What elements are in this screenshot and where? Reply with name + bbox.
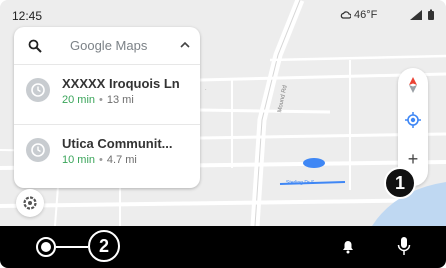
bell-icon[interactable] bbox=[341, 238, 355, 254]
battery-icon bbox=[428, 11, 434, 20]
destination-item[interactable]: XXXXX Iroquois Ln 20 min • 13 mi bbox=[14, 64, 200, 122]
launcher-icon[interactable] bbox=[36, 237, 56, 257]
current-location-label: Sterling Dr S bbox=[286, 180, 315, 186]
history-icon bbox=[26, 78, 50, 102]
wordmark-text: Google Maps bbox=[70, 38, 148, 53]
maps-suggestion-card: Google Maps XXXXX Iroquois Ln 20 min • 13 … bbox=[14, 27, 200, 188]
recenter-icon[interactable] bbox=[405, 112, 421, 128]
history-icon bbox=[26, 138, 50, 162]
search-icon[interactable] bbox=[28, 39, 42, 53]
destination-name: XXXXX Iroquois Ln bbox=[62, 76, 180, 91]
callout-2-line bbox=[56, 246, 88, 248]
google-maps-wordmark: Google Maps bbox=[70, 38, 147, 53]
signal-icon bbox=[410, 9, 434, 20]
chevron-up-icon[interactable] bbox=[180, 41, 190, 49]
street-label: · bbox=[205, 87, 207, 93]
zoom-in-icon[interactable]: + bbox=[404, 150, 422, 168]
eta-time: 20 min bbox=[62, 94, 96, 106]
settings-icon bbox=[23, 196, 37, 210]
temperature: 46°F bbox=[354, 9, 378, 21]
eta-distance: 4.7 mi bbox=[106, 154, 137, 166]
eta-separator: • bbox=[99, 94, 103, 106]
mic-icon[interactable] bbox=[397, 236, 411, 256]
eta-distance: 13 mi bbox=[106, 94, 134, 106]
destination-name: Utica Communit... bbox=[62, 136, 173, 151]
android-auto-screen: · Mound Rd Sterling Dr S 12:45 46°F Goog… bbox=[0, 0, 446, 268]
status-bar: 12:45 46°F bbox=[0, 0, 446, 28]
destination-eta: 10 min • 4.7 mi bbox=[62, 154, 137, 166]
search-bar[interactable]: Google Maps bbox=[14, 27, 200, 64]
destination-eta: 20 min • 13 mi bbox=[62, 94, 134, 106]
clock: 12:45 bbox=[12, 9, 43, 23]
eta-separator: • bbox=[99, 154, 103, 166]
compass-icon[interactable] bbox=[406, 76, 420, 94]
cloud-icon bbox=[340, 11, 351, 19]
destination-item[interactable]: Utica Communit... 10 min • 4.7 mi bbox=[14, 124, 200, 182]
eta-time: 10 min bbox=[62, 154, 96, 166]
weather-indicator: 46°F bbox=[340, 9, 377, 21]
callout-2: 2 bbox=[88, 230, 120, 262]
callout-1: 1 bbox=[384, 167, 416, 199]
map-settings-button[interactable] bbox=[16, 189, 44, 217]
